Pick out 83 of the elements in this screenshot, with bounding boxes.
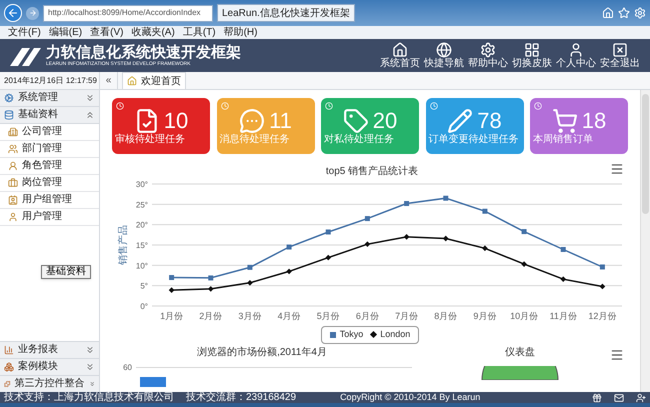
datetime-text: 2014年12月16日 12:17:59 <box>3 74 98 86</box>
footer-support-text: 技术支持：上海力软信息技术有限公司 <box>4 392 174 402</box>
sidebar-item[interactable]: 用户管理 <box>0 209 99 226</box>
header-nav-button[interactable]: 安全退出 <box>598 42 642 69</box>
stat-label: 审核待处理任务 <box>115 134 186 146</box>
sidebar-item[interactable]: 用户组管理 <box>0 192 99 209</box>
sidebar-group-label: 系统管理 <box>18 93 59 103</box>
stat-label: 本周销售订单 <box>533 134 594 146</box>
y-tick-label: 25° <box>136 200 148 210</box>
sidebar-item-label: 部门管理 <box>22 144 62 154</box>
sidebar-group-label: 业务报表 <box>18 345 59 355</box>
collapse-sidebar-button[interactable]: « <box>100 72 118 89</box>
menu-item[interactable]: 帮助(H) <box>224 28 258 38</box>
y-tick-label: 5° <box>140 282 148 291</box>
y-tick-label: 60 <box>122 362 132 374</box>
legend-item[interactable]: Tokyo <box>330 328 364 342</box>
sidebar-item[interactable]: 角色管理 <box>0 158 99 175</box>
x-tick-label: 11月份 <box>550 311 577 321</box>
chart-title: 仪表盘 <box>505 348 535 358</box>
menu-item[interactable]: 文件(F) <box>8 28 41 38</box>
sidebar-item-label: 公司管理 <box>22 127 62 137</box>
stat-count: 18 <box>582 110 606 132</box>
x-tick-label: 3月份 <box>238 311 262 321</box>
x-tick-label: 2月份 <box>199 311 222 321</box>
stat-count: 20 <box>372 110 398 132</box>
y-tick-label: 10° <box>136 261 148 270</box>
x-tick-label: 9月份 <box>473 311 496 321</box>
sidebar-group-header[interactable]: 业务报表 <box>0 341 99 358</box>
header-nav-button[interactable]: 个人中心 <box>554 42 598 69</box>
chart-title: top5 销售产品统计表 <box>326 166 418 177</box>
legend-label: London <box>380 328 410 341</box>
x-tick-label: 1月份 <box>160 311 184 321</box>
stat-card[interactable]: 10 审核待处理任务 <box>112 98 210 154</box>
x-tick-label: 5月份 <box>316 311 340 321</box>
header-nav-button[interactable]: 系统首页 <box>378 42 422 69</box>
y-tick-label: 15° <box>136 241 148 250</box>
footer-group-text: 技术交流群：239168429 <box>186 392 296 402</box>
x-tick-label: 10月份 <box>510 311 538 321</box>
x-tick-label: 12月份 <box>588 311 616 321</box>
browser-tab[interactable]: LeaRun.信息化快速开发框架 <box>217 4 355 22</box>
menu-item[interactable]: 工具(T) <box>182 28 216 38</box>
stat-count: 78 <box>477 110 502 132</box>
sidebar-item[interactable]: 公司管理 <box>0 124 99 141</box>
menu-item[interactable]: 查看(V) <box>90 28 124 38</box>
address-bar[interactable]: http://localhost:8099/Home/AccordionIndex <box>43 4 213 22</box>
sidebar-group-header[interactable]: 案例模块 <box>0 358 99 375</box>
y-tick-label: 0° <box>140 302 148 311</box>
stat-label: 订单变更待处理任务 <box>428 134 520 146</box>
sidebar-group-header[interactable]: 第三方控件整合 <box>0 375 99 392</box>
sidebar-group-label: 第三方控件整合 <box>14 379 84 389</box>
x-tick-label: 7月份 <box>395 311 418 321</box>
x-tick-label: 8月份 <box>434 311 458 321</box>
footer-copyright: CopyRight © 2010-2014 By Learun <box>340 393 480 402</box>
stat-count: 11 <box>269 110 292 132</box>
sidebar-group-label: 基础资料 <box>18 110 59 120</box>
page-tab[interactable]: 欢迎首页 <box>122 72 186 89</box>
header-nav-button[interactable]: 帮助中心 <box>466 42 510 69</box>
sidebar-group-header[interactable]: 基础资料 <box>0 107 99 124</box>
y-tick-label: 30° <box>136 180 148 189</box>
header-nav-button[interactable]: 快捷导航 <box>422 42 466 69</box>
sidebar-group-header[interactable]: 系统管理 <box>0 90 99 107</box>
stat-label: 消息待处理任务 <box>220 134 290 146</box>
tooltip: 基础资料 <box>41 265 91 279</box>
sidebar-group-label: 案例模块 <box>18 362 59 372</box>
x-tick-label: 4月份 <box>278 311 301 321</box>
sidebar-item-label: 用户组管理 <box>22 195 72 205</box>
x-tick-label: 6月份 <box>356 311 379 321</box>
legend-item[interactable]: London <box>371 328 410 342</box>
sidebar-item-label: 岗位管理 <box>22 178 62 188</box>
sidebar-item[interactable]: 部门管理 <box>0 141 99 158</box>
app-title: 力软信息化系统快速开发框架 <box>46 44 241 60</box>
stat-label: 对私待处理任务 <box>324 134 395 146</box>
sidebar-item-label: 用户管理 <box>22 212 62 222</box>
stat-count: 10 <box>164 110 188 132</box>
chart-title: 浏览器的市场份额,2011年4月 <box>196 348 328 358</box>
y-axis-label: 销售产品 <box>118 225 129 265</box>
legend-label: Tokyo <box>340 328 364 341</box>
header-nav-button[interactable]: 切换皮肤 <box>510 42 554 69</box>
sidebar-item[interactable]: 岗位管理 <box>0 175 99 192</box>
menu-item[interactable]: 收藏夹(A) <box>131 28 175 38</box>
menu-item[interactable]: 编辑(E) <box>48 28 82 38</box>
sidebar-item-label: 角色管理 <box>22 161 62 171</box>
y-tick-label: 20° <box>136 220 148 230</box>
